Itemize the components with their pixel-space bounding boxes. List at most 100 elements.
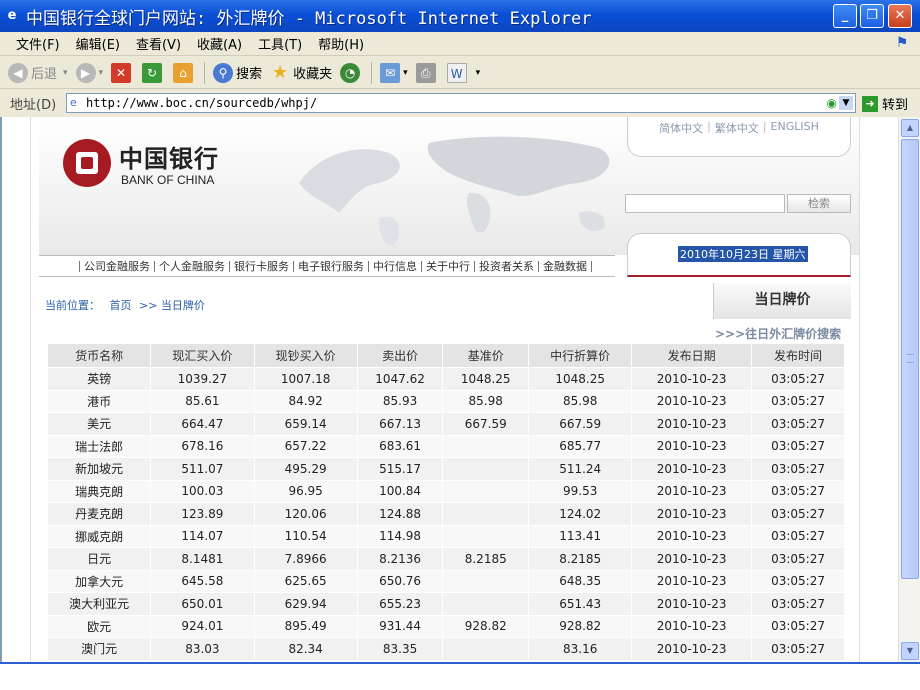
table-row: 日元 8.1481 7.8966 8.2136 8.2185 8.2185 2010-10-… [46,547,845,571]
nav-corporate[interactable]: 公司金融服务 [79,260,154,272]
menu-edit[interactable]: 编辑(E) [76,34,120,53]
menu-favorites[interactable]: 收藏(A) [197,34,242,53]
menu-view[interactable]: 查看(V) [136,34,181,53]
column-header: 现汇买入价 [150,343,255,368]
refresh-icon: ↻ [142,62,163,83]
title-bar[interactable]: e 中国银行全球门户网站: 外汇牌价 - Microsoft Internet … [0,0,920,32]
history-icon: ◔ [340,62,361,83]
nav-financial-data[interactable]: 金融数据 [538,260,592,272]
table-row: 美元 664.47 659.14 667.13 667.59 667.59 2010-10-… [46,412,845,436]
page-viewport: 中国银行 BANK OF CHINA 简体中文 | 繁体中文 | ENGLISH… [0,117,898,662]
window-title: 中国银行全球门户网站: 外汇牌价 - Microsoft Internet Ex… [26,8,592,29]
rate-cell: 928.82 [528,614,633,638]
menu-help[interactable]: 帮助(H) [318,34,364,53]
nav-about[interactable]: 关于中行 [421,260,474,272]
language-switcher: 简体中文 | 繁体中文 | ENGLISH [627,117,851,157]
history-button[interactable]: ◔ [340,62,363,83]
boc-logo[interactable] [63,139,111,187]
rate-cell: 03:05:27 [751,592,845,616]
close-button[interactable]: ✕ [888,4,912,28]
rate-cell: 110.54 [253,524,358,548]
address-input[interactable]: e http://www.boc.cn/sourcedb/whpj/ ◉ ▼ [66,93,856,113]
rate-cell: 2010-10-23 [631,569,753,593]
currency-name-cell: 瑞典克朗 [46,479,152,503]
boc-logo-core [81,157,93,169]
rate-cell: 124.02 [528,502,633,526]
rate-cell: 85.98 [528,389,633,413]
back-button[interactable]: ◀ 后退 ▾ [8,62,68,83]
vertical-scrollbar[interactable]: ▲ ▼ [898,117,920,662]
lang-traditional[interactable]: 繁体中文 [715,120,759,136]
site-search-input[interactable] [625,194,785,213]
nav-investors[interactable]: 投资者关系 [474,260,538,272]
search-button[interactable]: ⚲ 搜索 [213,62,262,83]
rate-cell: 667.59 [442,412,530,436]
table-row: 英镑 1039.27 1007.18 1047.62 1048.25 1048.25 201… [46,367,845,391]
mail-icon: ✉ [380,62,401,83]
breadcrumb-label: 当前位置： [45,299,100,312]
nav-personal[interactable]: 个人金融服务 [154,260,229,272]
maximize-button[interactable]: ❐ [860,4,884,28]
history-rates-link[interactable]: >>>往日外汇牌价搜索 [715,325,841,342]
scroll-up-arrow-icon[interactable]: ▲ [901,119,919,137]
rate-cell: 1048.25 [528,367,633,391]
rate-cell: 114.07 [150,524,255,548]
rate-cell: 85.61 [150,389,255,413]
rate-cell: 895.49 [253,614,358,638]
scroll-down-arrow-icon[interactable]: ▼ [901,642,919,660]
table-row: 丹麦克朗 123.89 120.06 124.88 124.02 2010-10-23 03… [46,502,845,526]
go-label: 转到 [882,98,909,113]
print-button[interactable]: ⎙ [415,62,439,83]
rate-cell: 85.98 [442,389,530,413]
edit-button[interactable]: W ▾ [446,62,480,83]
toolbar-separator [204,61,206,84]
rate-cell: 2010-10-23 [631,457,753,481]
breadcrumb-current: >> 当日牌价 [139,299,205,312]
nav-news[interactable]: 中行信息 [368,260,421,272]
back-arrow-icon: ◀ [8,62,28,83]
rate-cell: 03:05:27 [751,412,845,436]
nav-cards[interactable]: 银行卡服务 [229,260,293,272]
menu-tools[interactable]: 工具(T) [258,34,302,53]
rate-cell [442,479,530,503]
menu-file[interactable]: 文件(F) [16,34,60,53]
rate-cell: 8.1481 [150,547,255,571]
favorites-button[interactable]: ★ 收藏夹 [270,62,332,83]
rate-cell: 120.06 [253,502,358,526]
column-header: 中行折算价 [528,343,633,368]
refresh-button[interactable]: ↻ [142,62,165,83]
rate-cell: 83.03 [150,637,255,661]
ie-page-icon: e [7,8,17,23]
currency-name-cell: 加拿大元 [46,569,152,593]
site-search-button[interactable]: 检索 [787,194,851,213]
rate-cell: 515.17 [356,457,444,481]
rate-cell: 625.65 [253,569,358,593]
bank-name-cn: 中国银行 [119,144,219,173]
status-bar [0,662,920,690]
mail-button[interactable]: ✉ ▾ [380,62,408,83]
forward-button[interactable]: ▶ ▾ [75,62,104,83]
nav-ebanking[interactable]: 电子银行服务 [293,260,368,272]
rate-cell: 2010-10-23 [631,412,753,436]
currency-name-cell: 港币 [46,389,152,413]
chevron-down-icon[interactable]: ▼ [839,96,853,110]
lang-simplified[interactable]: 简体中文 [659,120,703,136]
breadcrumb-home[interactable]: 首页 [110,299,132,312]
stop-button[interactable]: ✕ [111,62,134,83]
lang-english[interactable]: ENGLISH [771,120,819,133]
home-button[interactable]: ⌂ [173,62,196,83]
currency-name-cell: 丹麦克朗 [46,502,152,526]
go-arrow-icon: ➜ [862,95,878,112]
scroll-thumb[interactable] [901,139,919,579]
go-button[interactable]: ➜ 转到 [862,94,908,113]
back-dropdown-icon: ▾ [63,67,68,78]
rate-cell: 84.92 [253,389,358,413]
boc-logo-square [76,152,98,174]
forward-dropdown-icon: ▾ [98,67,104,78]
world-map-graphic [299,136,610,246]
currency-name-cell: 日元 [46,547,152,571]
table-row: 欧元 924.01 895.49 931.44 928.82 928.82 2010-10-… [46,614,845,638]
table-row: 加拿大元 645.58 625.65 650.76 648.35 2010-10-23 03… [46,569,845,593]
minimize-button[interactable]: _ [833,4,857,28]
rate-cell: 667.59 [528,412,633,436]
